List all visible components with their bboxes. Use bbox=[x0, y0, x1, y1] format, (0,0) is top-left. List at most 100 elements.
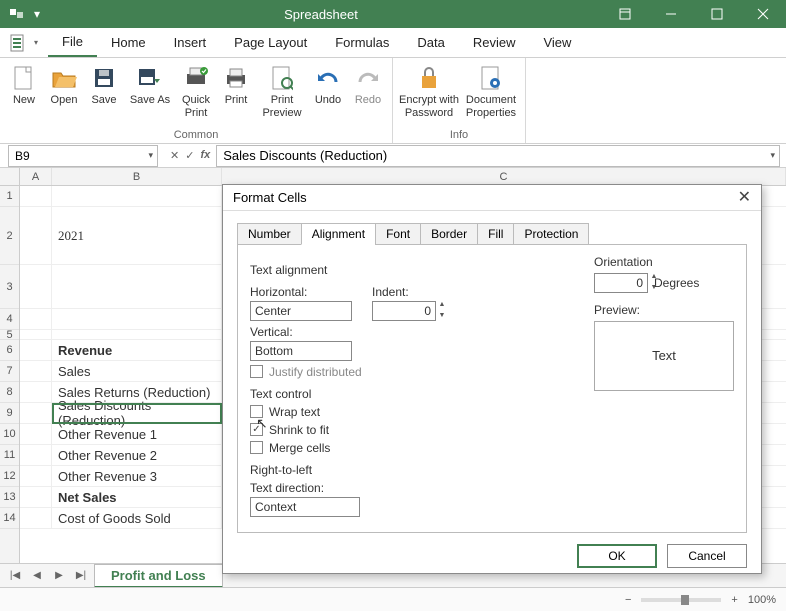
cancel-button[interactable]: Cancel bbox=[667, 544, 747, 568]
menu-bar: ▾ File Home Insert Page Layout Formulas … bbox=[0, 28, 786, 58]
sheet-nav-prev[interactable]: ◀ bbox=[28, 570, 46, 581]
col-header[interactable]: B bbox=[52, 168, 222, 185]
accept-formula-icon[interactable]: ✓ bbox=[185, 149, 194, 162]
shrink-to-fit-label: Shrink to fit bbox=[269, 423, 329, 437]
text-direction-select[interactable]: Context bbox=[250, 497, 360, 517]
tab-alignment[interactable]: Alignment bbox=[301, 223, 376, 245]
saveas-button[interactable]: Save As bbox=[124, 62, 176, 109]
printpreview-button[interactable]: Print Preview bbox=[256, 62, 308, 121]
row-header[interactable]: 9 bbox=[0, 403, 19, 424]
row-header[interactable]: 6 bbox=[0, 340, 19, 361]
menu-view[interactable]: View bbox=[529, 29, 585, 56]
doc-drop-icon[interactable]: ▾ bbox=[34, 38, 38, 47]
row-header[interactable]: 2 bbox=[0, 207, 19, 265]
shrink-to-fit-checkbox[interactable]: ✓ bbox=[250, 423, 263, 436]
dialog-title: Format Cells bbox=[233, 190, 307, 205]
tab-font[interactable]: Font bbox=[375, 223, 421, 245]
new-button[interactable]: New bbox=[4, 62, 44, 109]
redo-icon bbox=[354, 64, 382, 92]
open-button[interactable]: Open bbox=[44, 62, 84, 109]
menu-data[interactable]: Data bbox=[403, 29, 458, 56]
row-header[interactable]: 5 bbox=[0, 330, 19, 340]
name-box[interactable]: B9 bbox=[8, 145, 158, 167]
titlebar: ▾ Spreadsheet bbox=[0, 0, 786, 28]
menu-review[interactable]: Review bbox=[459, 29, 530, 56]
row-header[interactable]: 11 bbox=[0, 445, 19, 466]
quickprint-button[interactable]: Quick Print bbox=[176, 62, 216, 121]
row-header[interactable]: 13 bbox=[0, 487, 19, 508]
menu-formulas[interactable]: Formulas bbox=[321, 29, 403, 56]
vertical-select[interactable]: Bottom bbox=[250, 341, 352, 361]
menu-pagelayout[interactable]: Page Layout bbox=[220, 29, 321, 56]
orientation-spinner[interactable]: 0▲▼ bbox=[594, 273, 648, 293]
ribbon: New Open Save Save As Quick Print Print … bbox=[0, 58, 786, 144]
spin-down-icon[interactable]: ▼ bbox=[647, 284, 661, 295]
cell-year[interactable]: 2021 bbox=[52, 207, 222, 265]
select-all-corner[interactable] bbox=[0, 168, 19, 186]
sheet-nav-first[interactable]: |◀ bbox=[6, 570, 24, 581]
docprops-button[interactable]: Document Properties bbox=[461, 62, 521, 121]
cell[interactable]: Sales bbox=[52, 361, 222, 382]
zoom-out-button[interactable]: − bbox=[625, 594, 631, 606]
row-header[interactable]: 1 bbox=[0, 186, 19, 207]
tab-number[interactable]: Number bbox=[237, 223, 302, 245]
spin-down-icon[interactable]: ▼ bbox=[435, 312, 449, 323]
tab-fill[interactable]: Fill bbox=[477, 223, 514, 245]
cancel-formula-icon[interactable]: ✕ bbox=[170, 149, 179, 162]
indent-spinner[interactable]: 0▲▼ bbox=[372, 301, 436, 321]
document-icon[interactable] bbox=[8, 32, 28, 54]
saveas-icon bbox=[136, 64, 164, 92]
menu-file[interactable]: File bbox=[48, 28, 97, 57]
cell[interactable]: Other Revenue 1 bbox=[52, 424, 222, 445]
spin-up-icon[interactable]: ▲ bbox=[435, 301, 449, 312]
merge-cells-label: Merge cells bbox=[269, 441, 330, 455]
cell[interactable]: Net Sales bbox=[52, 487, 222, 508]
ribbon-collapse-button[interactable] bbox=[602, 0, 648, 28]
cell-revenue-header[interactable]: Revenue bbox=[52, 340, 222, 361]
spin-up-icon[interactable]: ▲ bbox=[647, 273, 661, 284]
ok-button[interactable]: OK bbox=[577, 544, 657, 568]
tab-protection[interactable]: Protection bbox=[513, 223, 589, 245]
merge-cells-checkbox[interactable] bbox=[250, 441, 263, 454]
docprops-icon bbox=[477, 64, 505, 92]
row-headers: 1 2 3 4 5 6 7 8 9 10 11 12 13 14 bbox=[0, 168, 20, 564]
undo-button[interactable]: Undo bbox=[308, 62, 348, 109]
rtl-header: Right-to-left bbox=[250, 463, 600, 477]
cell-selected[interactable]: Sales Discounts (Reduction) bbox=[52, 403, 222, 424]
formula-input[interactable]: Sales Discounts (Reduction) bbox=[216, 145, 780, 167]
cell[interactable]: Cost of Goods Sold bbox=[52, 508, 222, 529]
sheet-nav-last[interactable]: ▶| bbox=[72, 570, 90, 581]
menu-insert[interactable]: Insert bbox=[160, 29, 221, 56]
tab-border[interactable]: Border bbox=[420, 223, 478, 245]
maximize-button[interactable] bbox=[694, 0, 740, 28]
row-header[interactable]: 3 bbox=[0, 265, 19, 309]
zoom-level[interactable]: 100% bbox=[748, 594, 776, 606]
sheet-tab[interactable]: Profit and Loss bbox=[94, 564, 223, 588]
row-header[interactable]: 10 bbox=[0, 424, 19, 445]
row-header[interactable]: 7 bbox=[0, 361, 19, 382]
row-header[interactable]: 4 bbox=[0, 309, 19, 330]
print-button[interactable]: Print bbox=[216, 62, 256, 109]
zoom-slider[interactable] bbox=[641, 598, 721, 602]
dialog-close-button[interactable]: ✕ bbox=[738, 187, 751, 207]
status-bar: − + 100% bbox=[0, 587, 786, 611]
redo-button[interactable]: Redo bbox=[348, 62, 388, 109]
horizontal-select[interactable]: Center bbox=[250, 301, 352, 321]
zoom-in-button[interactable]: + bbox=[731, 594, 737, 606]
encrypt-button[interactable]: Encrypt with Password bbox=[397, 62, 461, 121]
save-button[interactable]: Save bbox=[84, 62, 124, 109]
cell[interactable]: Other Revenue 2 bbox=[52, 445, 222, 466]
menu-home[interactable]: Home bbox=[97, 29, 160, 56]
minimize-button[interactable] bbox=[648, 0, 694, 28]
row-header[interactable]: 8 bbox=[0, 382, 19, 403]
close-button[interactable] bbox=[740, 0, 786, 28]
wrap-text-checkbox[interactable] bbox=[250, 405, 263, 418]
row-header[interactable]: 14 bbox=[0, 508, 19, 529]
col-header[interactable]: A bbox=[20, 168, 52, 185]
orientation-label: Orientation bbox=[594, 255, 734, 269]
cell[interactable]: Other Revenue 3 bbox=[52, 466, 222, 487]
fx-icon[interactable]: fx bbox=[200, 149, 210, 162]
sheet-nav-next[interactable]: ▶ bbox=[50, 570, 68, 581]
row-header[interactable]: 12 bbox=[0, 466, 19, 487]
col-header[interactable]: C bbox=[222, 168, 786, 185]
